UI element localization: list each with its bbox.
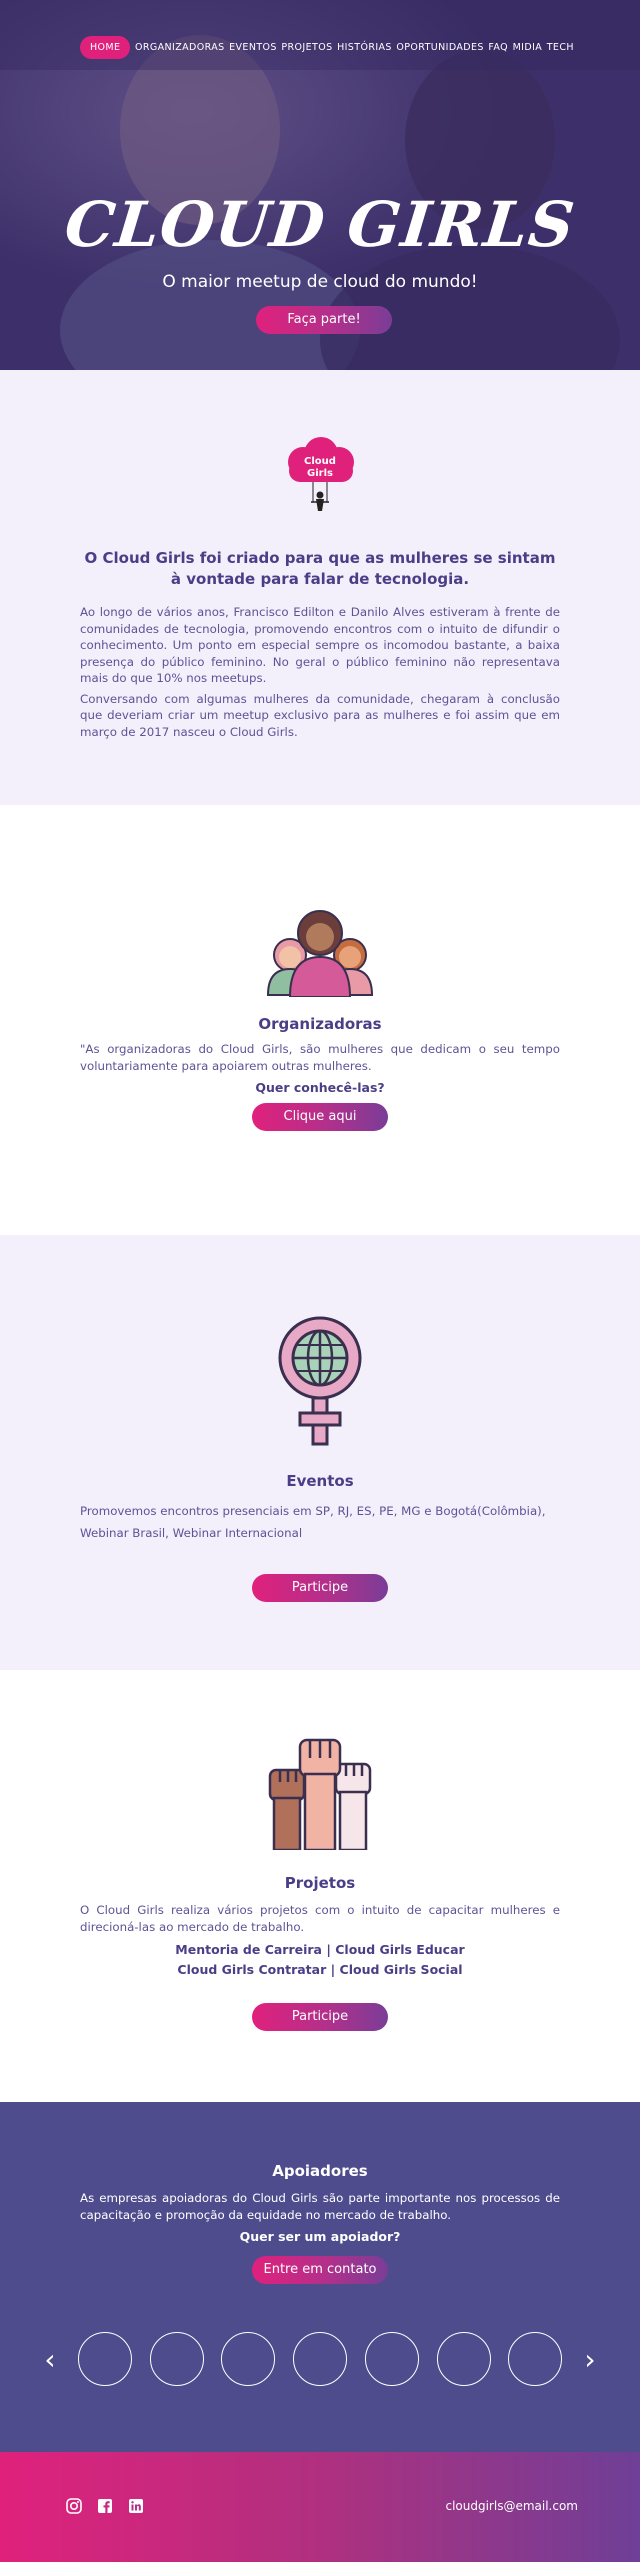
projects-section: Projetos O Cloud Girls realiza vários pr… — [0, 1670, 640, 2102]
about-section: Cloud Girls O Cloud Girls foi criado par… — [0, 370, 640, 805]
organizers-section: Organizadoras "As organizadoras do Cloud… — [0, 805, 640, 1235]
nav-organizadoras[interactable]: ORGANIZADORAS — [135, 42, 225, 53]
hero-subtitle: O maior meetup de cloud do mundo! — [162, 272, 478, 292]
projects-button[interactable]: Participe — [252, 2003, 388, 2031]
footer-email[interactable]: cloudgirls@email.com — [445, 2499, 578, 2513]
events-text: Promovemos encontros presenciais em SP, … — [80, 1504, 546, 1540]
supporters-section: Apoiadores As empresas apoiadoras do Clo… — [0, 2102, 640, 2452]
supporter-logo[interactable] — [221, 2332, 276, 2386]
women-group-icon — [0, 905, 640, 1001]
supporters-question: Quer ser um apoiador? — [239, 2229, 401, 2244]
supporter-logo[interactable] — [364, 2332, 419, 2386]
nav-oportunidades[interactable]: OPORTUNIDADES — [396, 42, 483, 53]
organizers-button[interactable]: Clique aqui — [252, 1103, 388, 1131]
raised-fists-icon — [0, 1730, 640, 1854]
carousel-prev-icon[interactable]: ‹ — [40, 2343, 60, 2376]
linkedin-icon[interactable] — [128, 2498, 144, 2514]
join-button[interactable]: Faça parte! — [256, 306, 392, 334]
organizers-title: Organizadoras — [258, 1015, 382, 1033]
contact-button[interactable]: Entre em contato — [252, 2256, 388, 2284]
hero-title: CLOUD GIRLS — [61, 188, 579, 261]
nav-midia[interactable]: MIDIA — [513, 42, 543, 53]
projects-text: O Cloud Girls realiza vários projetos co… — [80, 1903, 560, 1934]
nav-home[interactable]: HOME — [80, 36, 131, 59]
supporters-text: As empresas apoiadoras do Cloud Girls sã… — [80, 2191, 560, 2222]
events-section: Eventos Promovemos encontros presenciais… — [0, 1235, 640, 1670]
about-paragraph-2: Conversando com algumas mulheres da comu… — [80, 691, 560, 739]
about-paragraph-1: Ao longo de vários anos, Francisco Edilt… — [80, 605, 560, 685]
supporter-logo[interactable] — [77, 2332, 132, 2386]
nav-historias[interactable]: HISTÓRIAS — [337, 42, 392, 53]
cloud-girls-logo: Cloud Girls — [0, 432, 640, 526]
about-heading: O Cloud Girls foi criado para que as mul… — [84, 549, 556, 588]
main-nav: HOME ORGANIZADORAS EVENTOS PROJETOS HIST… — [80, 36, 574, 59]
nav-faq[interactable]: FAQ — [488, 42, 508, 53]
events-button[interactable]: Participe — [252, 1574, 388, 1602]
supporter-logo[interactable] — [293, 2332, 347, 2386]
supporters-title: Apoiadores — [272, 2162, 368, 2180]
nav-tech[interactable]: TECH — [547, 42, 574, 53]
logo-text-2: Girls — [307, 468, 333, 479]
projects-title: Projetos — [284, 1874, 356, 1892]
events-title: Eventos — [286, 1472, 354, 1490]
nav-projetos[interactable]: PROJETOS — [281, 42, 332, 53]
logo-text-1: Cloud — [304, 456, 336, 467]
organizers-question: Quer conhecê-las? — [255, 1080, 385, 1095]
projects-line-1: Mentoria de Carreira | Cloud Girls Educa… — [175, 1942, 465, 1957]
organizers-text: "As organizadoras do Cloud Girls, são mu… — [80, 1042, 560, 1073]
projects-line-2: Cloud Girls Contratar | Cloud Girls Soci… — [177, 1962, 463, 1977]
hero-section: HOME ORGANIZADORAS EVENTOS PROJETOS HIST… — [0, 0, 640, 370]
supporter-logo[interactable] — [508, 2332, 563, 2386]
supporters-carousel: ‹ › — [40, 2332, 600, 2386]
supporter-logo[interactable] — [149, 2332, 204, 2386]
instagram-icon[interactable] — [66, 2498, 82, 2514]
nav-eventos[interactable]: EVENTOS — [229, 42, 277, 53]
carousel-next-icon[interactable]: › — [580, 2343, 600, 2376]
supporter-logo[interactable] — [436, 2332, 491, 2386]
facebook-icon[interactable] — [97, 2498, 113, 2514]
footer: cloudgirls@email.com — [0, 2452, 640, 2562]
female-globe-icon — [0, 1313, 640, 1452]
